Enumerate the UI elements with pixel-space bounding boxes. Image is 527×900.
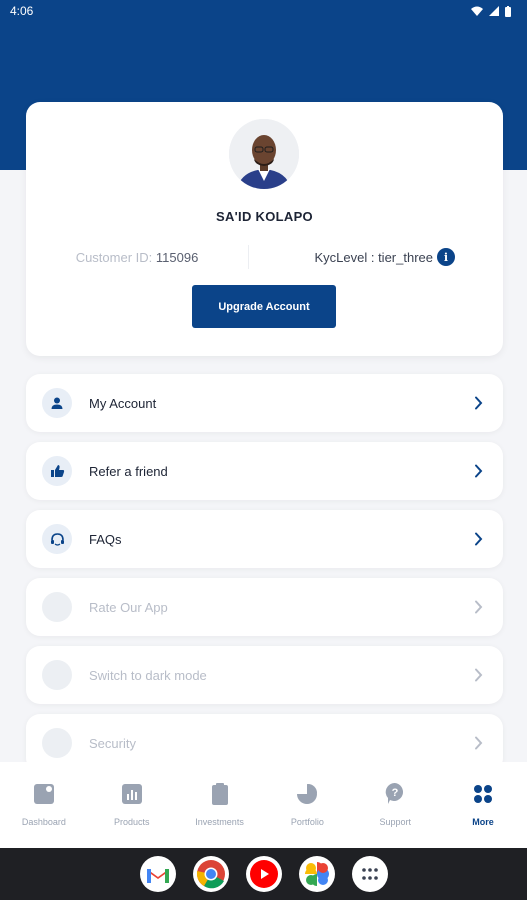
user-name: SA'ID KOLAPO <box>216 209 313 224</box>
chevron-right-icon <box>471 532 485 546</box>
nav-products[interactable]: Products <box>89 782 175 827</box>
more-icon <box>471 782 495 806</box>
chrome-icon[interactable] <box>192 856 229 892</box>
nav-dashboard[interactable]: Dashboard <box>1 782 87 827</box>
nav-portfolio[interactable]: Portfolio <box>264 782 350 827</box>
upgrade-account-button[interactable]: Upgrade Account <box>192 285 336 328</box>
app-drawer-icon[interactable] <box>351 856 388 892</box>
chevron-right-icon <box>471 600 485 614</box>
star-icon <box>42 592 72 622</box>
portfolio-icon <box>295 782 319 806</box>
gmail-icon[interactable] <box>139 856 176 892</box>
info-icon[interactable]: i <box>437 248 455 266</box>
menu-item-label: FAQs <box>89 531 122 547</box>
chevron-right-icon <box>471 736 485 750</box>
status-bar: 4:06 <box>0 0 527 22</box>
products-icon <box>120 782 144 806</box>
avatar-portrait <box>229 119 299 189</box>
menu-item-label: Rate Our App <box>89 599 168 615</box>
nav-investments[interactable]: Investments <box>177 782 263 827</box>
shield-icon <box>42 728 72 758</box>
investments-icon <box>208 782 232 806</box>
kyc-level-label: KycLevel : tier_three <box>314 249 433 265</box>
menu-item-label: Refer a friend <box>89 463 168 479</box>
menu-item-label: My Account <box>89 395 157 411</box>
svg-text:?: ? <box>392 787 399 799</box>
customer-id-label: Customer ID: <box>75 249 153 265</box>
menu-item-label: Switch to dark mode <box>89 667 207 683</box>
menu-item-dark-mode[interactable]: Switch to dark mode <box>26 646 503 704</box>
nav-label: Investments <box>195 817 244 827</box>
nav-support[interactable]: ? Support <box>352 782 438 827</box>
thumbs-up-icon <box>42 456 72 486</box>
youtube-icon[interactable] <box>245 856 282 892</box>
menu-item-faqs[interactable]: FAQs <box>26 510 503 568</box>
wifi-icon <box>471 6 483 16</box>
customer-info-row: Customer ID: 115096 KycLevel : tier_thre… <box>26 245 503 269</box>
menu-item-label: Security <box>89 735 136 751</box>
nav-more[interactable]: More <box>440 782 526 827</box>
chevron-right-icon <box>471 396 485 410</box>
moon-icon <box>42 660 72 690</box>
chevron-right-icon <box>471 668 485 682</box>
avatar[interactable] <box>229 119 299 189</box>
nav-label: Support <box>379 817 411 827</box>
customer-id: Customer ID: 115096 <box>26 250 248 265</box>
menu-item-refer-a-friend[interactable]: Refer a friend <box>26 442 503 500</box>
nav-label: Dashboard <box>21 817 66 827</box>
profile-card: SA'ID KOLAPO Customer ID: 115096 KycLeve… <box>26 102 503 356</box>
nav-label: Products <box>113 817 150 827</box>
menu-item-rate-our-app[interactable]: Rate Our App <box>26 578 503 636</box>
status-time: 4:06 <box>10 4 34 18</box>
status-icons <box>471 5 511 17</box>
customer-id-value: 115096 <box>155 249 199 265</box>
chevron-right-icon <box>471 464 485 478</box>
faq-icon <box>42 524 72 554</box>
bottom-nav: Dashboard Products Investments Portfolio… <box>0 762 527 848</box>
signal-icon <box>489 6 499 16</box>
dashboard-icon <box>32 782 56 806</box>
photos-icon[interactable] <box>298 856 335 892</box>
nav-label: More <box>472 817 494 827</box>
person-icon <box>42 388 72 418</box>
system-dock <box>0 848 527 900</box>
support-icon: ? <box>383 782 407 806</box>
nav-label: Portfolio <box>290 817 324 827</box>
battery-icon <box>505 5 511 17</box>
menu-item-my-account[interactable]: My Account <box>26 374 503 432</box>
kyc-level: KycLevel : tier_three i <box>249 248 503 266</box>
